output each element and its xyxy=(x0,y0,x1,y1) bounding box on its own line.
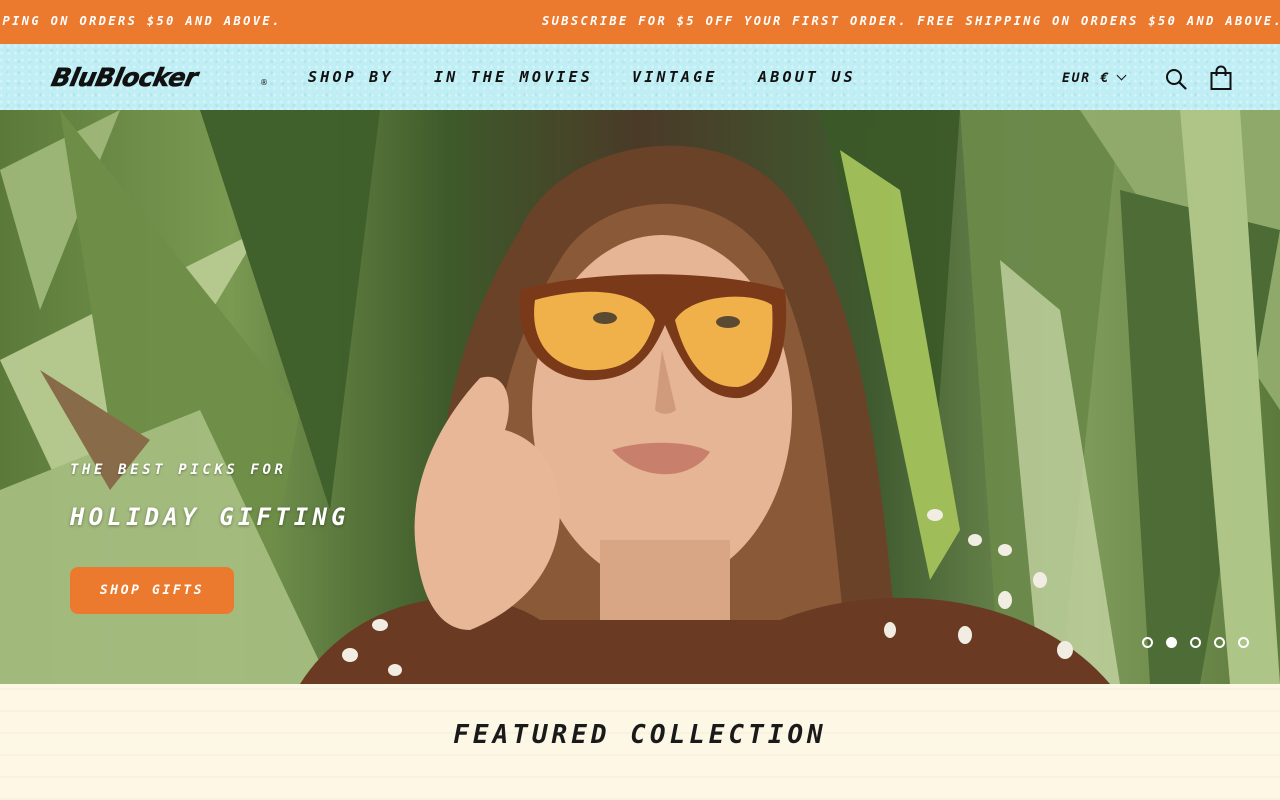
shop-gifts-button[interactable]: SHOP GIFTS xyxy=(70,567,234,614)
chevron-down-icon xyxy=(1116,70,1127,81)
currency-selector[interactable]: EUR € xyxy=(1062,70,1127,86)
featured-section: FEATURED COLLECTION xyxy=(0,684,1280,800)
site-header: BluBlocker ® SHOP BY IN THE MOVIES VINTA… xyxy=(0,44,1280,110)
currency-label: EUR € xyxy=(1062,71,1111,86)
slide-dot-5[interactable] xyxy=(1238,637,1249,648)
hero-subtitle: THE BEST PICKS FOR xyxy=(70,462,287,478)
slide-dot-1[interactable] xyxy=(1142,637,1153,648)
nav-about-us[interactable]: ABOUT US xyxy=(758,68,856,86)
shopping-bag-icon[interactable] xyxy=(1209,65,1233,91)
brand-logo[interactable]: BluBlocker ® xyxy=(48,63,268,93)
nav-in-the-movies[interactable]: IN THE MOVIES xyxy=(434,68,593,86)
announcement-message-2: SUBSCRIBE FOR $5 OFF YOUR FIRST ORDER. F… xyxy=(542,14,1280,28)
slide-dot-4[interactable] xyxy=(1214,637,1225,648)
hero-banner: THE BEST PICKS FOR HOLIDAY GIFTING SHOP … xyxy=(0,110,1280,684)
search-icon[interactable] xyxy=(1164,67,1188,91)
registered-mark: ® xyxy=(260,78,268,87)
nav-vintage[interactable]: VINTAGE xyxy=(632,68,718,86)
featured-title: FEATURED COLLECTION xyxy=(453,720,827,750)
hero-title: HOLIDAY GIFTING xyxy=(70,503,350,531)
nav-shop-by[interactable]: SHOP BY xyxy=(308,68,394,86)
announcement-bar: SUBSCRIBE FOR $5 OFF YOUR FIRST ORDER. F… xyxy=(0,0,1280,44)
slide-dot-2[interactable] xyxy=(1166,637,1177,648)
logo-wordmark: BluBlocker xyxy=(48,63,201,93)
slide-dot-3[interactable] xyxy=(1190,637,1201,648)
